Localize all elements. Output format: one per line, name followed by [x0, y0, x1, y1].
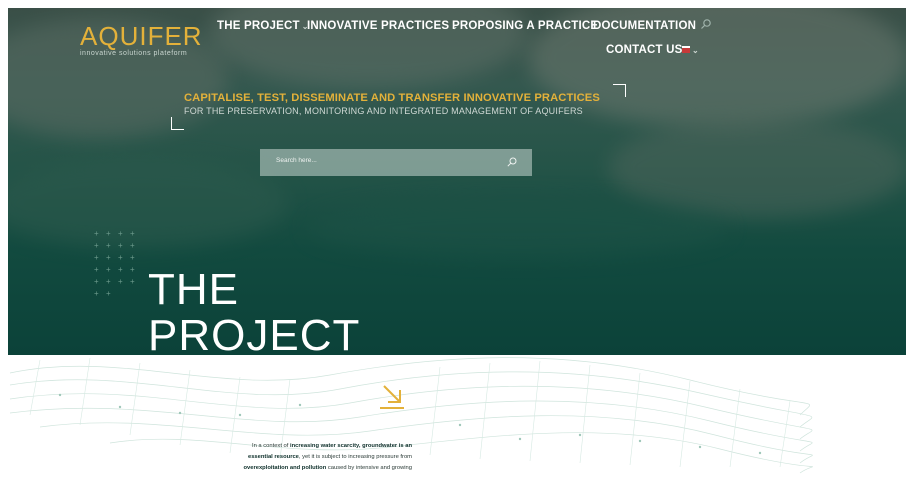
section-title-line-1: THE	[148, 265, 239, 314]
text-bold: increasing water scarcity, groundwater i…	[290, 443, 412, 449]
cave-texture	[8, 158, 288, 248]
text-bold: overexploitation and pollution	[243, 465, 327, 471]
logo-tagline: innovative solutions plateform	[80, 50, 188, 57]
cave-texture	[608, 118, 906, 218]
hero-subline: FOR THE PRESERVATION, MONITORING AND INT…	[184, 106, 583, 116]
site-logo[interactable]: AQUIFER innovative solutions plateform	[80, 22, 203, 57]
hero-section: AQUIFER innovative solutions plateform T…	[8, 8, 906, 355]
flag-icon	[682, 46, 690, 54]
nav-label: DOCUMENTATION	[593, 20, 697, 32]
nav-contact-us[interactable]: CONTACT US	[606, 44, 683, 56]
logo-name: AQUIFER	[80, 21, 203, 51]
nav-label: INNOVATIVE PRACTICES	[307, 20, 450, 32]
corner-bracket-icon	[171, 117, 184, 130]
nav-innovative-practices[interactable]: INNOVATIVE PRACTICES ⌄	[307, 20, 458, 32]
section-title-line-2: PROJECT	[148, 311, 361, 356]
search-icon[interactable]	[506, 156, 518, 168]
water-reflection	[308, 198, 728, 258]
intro-paragraph: In a context of increasing water scarcit…	[170, 441, 412, 474]
project-section: In a context of increasing water scarcit…	[0, 355, 907, 477]
search-icon	[701, 19, 711, 29]
corner-bracket-icon	[613, 84, 626, 97]
decorative-dots: + + + + + + + + + + + + + + + + + + + + + +	[94, 229, 135, 298]
text-bold: essential resource	[247, 454, 299, 460]
hero-headline: CAPITALISE, TEST, DISSEMINATE AND TRANSF…	[184, 92, 600, 104]
wave-mesh-graphic	[9, 357, 813, 474]
nav-documentation[interactable]: DOCUMENTATION	[593, 20, 696, 32]
text: In a context of	[251, 443, 290, 449]
text: caused by intensive and growing	[326, 465, 412, 471]
nav-search-button[interactable]	[700, 18, 712, 33]
search-input[interactable]	[274, 156, 498, 165]
nav-proposing-practice[interactable]: PROPOSING A PRACTICE	[452, 20, 598, 32]
arrow-down-right-icon	[380, 385, 404, 409]
nav-label: THE PROJECT	[217, 20, 300, 32]
search-box	[260, 149, 532, 176]
section-title: THE PROJECT	[148, 265, 361, 356]
nav-the-project[interactable]: THE PROJECT ⌄	[217, 20, 309, 32]
nav-label: PROPOSING A PRACTICE	[452, 20, 599, 32]
chevron-down-icon: ⌄	[692, 46, 699, 55]
nav-label: CONTACT US	[606, 44, 683, 56]
language-selector[interactable]: ⌄	[682, 44, 699, 56]
text: , yet it is subject to increasing pressu…	[298, 454, 412, 460]
hero-tagline: CAPITALISE, TEST, DISSEMINATE AND TRANSF…	[184, 92, 600, 116]
